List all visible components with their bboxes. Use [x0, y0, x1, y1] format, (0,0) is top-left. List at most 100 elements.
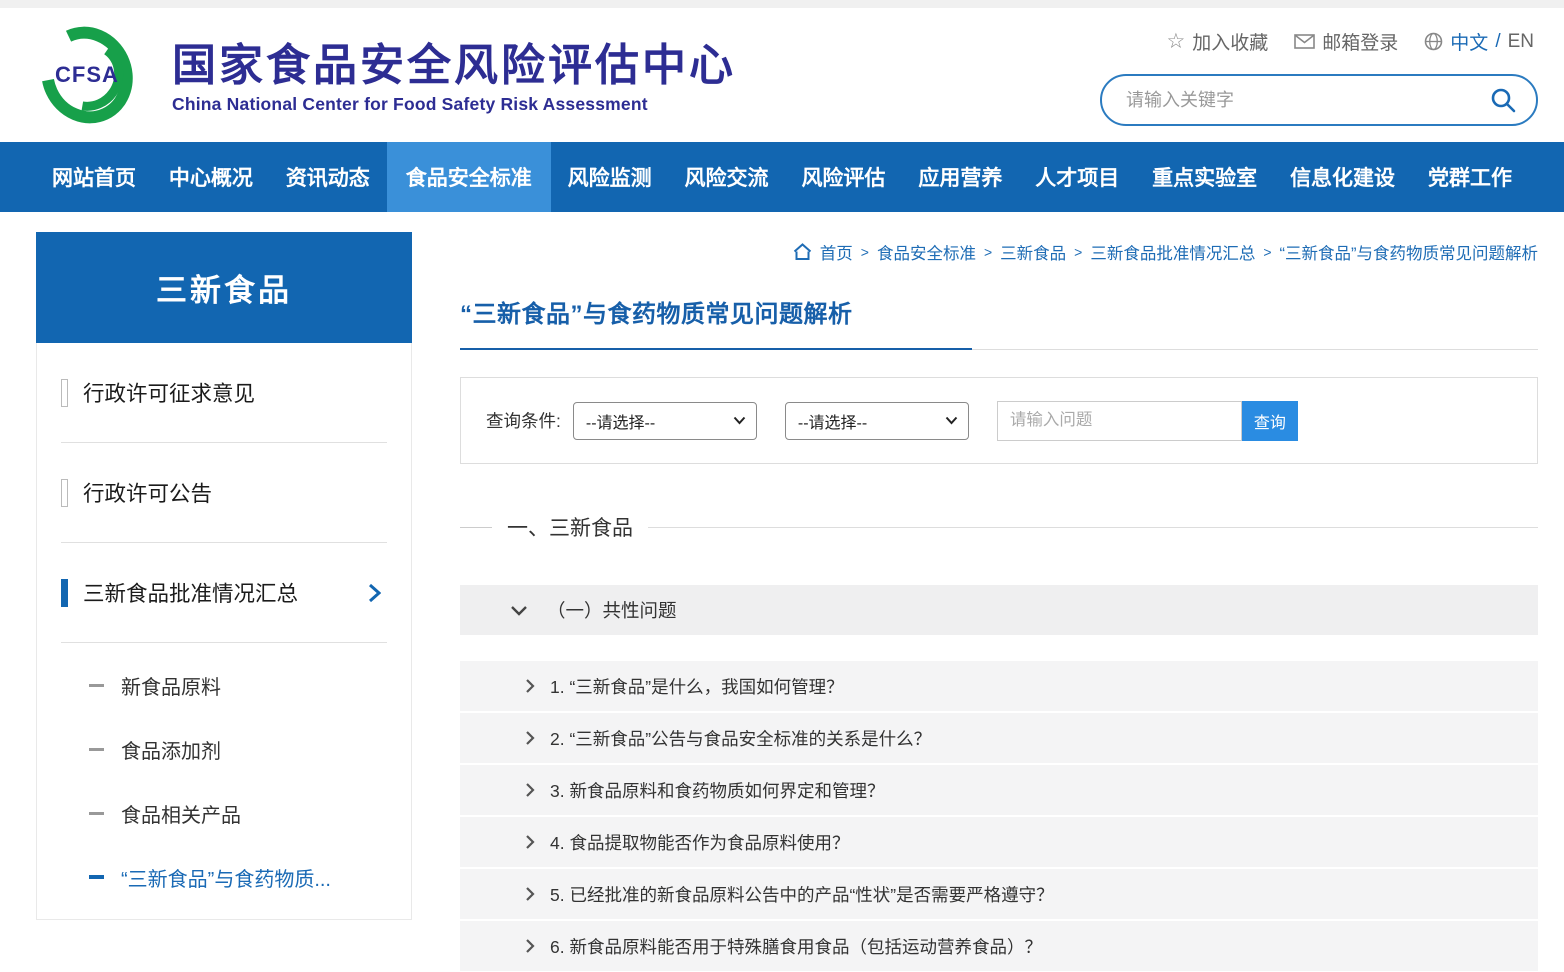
- sidebar-subitem-faq[interactable]: “三新食品”与食药物质...: [89, 845, 411, 909]
- question-text: 5. 已经批准的新食品原料公告中的产品“性状”是否需要严格遵守？: [550, 882, 1054, 907]
- body: 三新食品 行政许可征求意见 行政许可公告 三新食品批准情况汇总: [0, 212, 1564, 972]
- logo-text: CFSA: [36, 24, 138, 126]
- utility-links: ☆ 加入收藏 邮箱登录 中文 / EN: [1148, 28, 1534, 55]
- mail-login-link[interactable]: 邮箱登录: [1294, 28, 1398, 55]
- sidebar-item-label: 行政许可征求意见: [83, 377, 255, 408]
- nav-item-news[interactable]: 资讯动态: [270, 142, 386, 212]
- breadcrumb-approval-summary[interactable]: 三新食品批准情况汇总: [1090, 240, 1255, 264]
- nav-item-food-safety-standards[interactable]: 食品安全标准: [387, 142, 551, 212]
- star-icon: ☆: [1166, 31, 1185, 52]
- question-text: 2. “三新食品”公告与食品安全标准的关系是什么？: [550, 726, 931, 751]
- nav-item-informatization[interactable]: 信息化建设: [1274, 142, 1411, 212]
- dash-icon: [89, 748, 104, 751]
- question-row-2[interactable]: 2. “三新食品”公告与食品安全标准的关系是什么？: [460, 713, 1538, 763]
- add-favorite-label: 加入收藏: [1192, 28, 1268, 55]
- language-switch[interactable]: 中文 / EN: [1424, 28, 1534, 55]
- filter-select-2[interactable]: --请选择--: [785, 402, 969, 440]
- nav-item-applied-nutrition[interactable]: 应用营养: [902, 142, 1018, 212]
- title-underline-blue: [460, 348, 972, 350]
- filter-select-1[interactable]: --请选择--: [573, 402, 757, 440]
- site-title-zh: 国家食品安全风险评估中心: [172, 42, 736, 90]
- envelope-icon: [1294, 34, 1315, 49]
- sidebar-subitem-new-food-ingredients[interactable]: 新食品原料: [89, 653, 411, 717]
- nav-item-talent-programs[interactable]: 人才项目: [1019, 142, 1135, 212]
- sidebar-subitem-label: 食品相关产品: [121, 799, 241, 828]
- chevron-down-icon: [945, 416, 958, 425]
- sidebar-subitem-label: “三新食品”与食药物质...: [121, 863, 331, 892]
- nav-item-risk-communication[interactable]: 风险交流: [669, 142, 785, 212]
- add-favorite-link[interactable]: ☆ 加入收藏: [1166, 28, 1268, 55]
- chevron-down-icon: [510, 605, 528, 616]
- globe-icon: [1424, 32, 1443, 51]
- breadcrumb-food-safety-standards[interactable]: 食品安全标准: [877, 240, 976, 264]
- query-filter-bar: 查询条件: --请选择-- --请选择-- 查询: [460, 377, 1538, 464]
- breadcrumb-separator: >: [984, 244, 992, 260]
- lang-zh[interactable]: 中文: [1450, 28, 1488, 55]
- heading-left-rule: [460, 527, 492, 528]
- bar-icon: [61, 379, 68, 407]
- sidebar-item-license-announcement[interactable]: 行政许可公告: [61, 443, 387, 543]
- title-underline-gray: [972, 349, 1538, 350]
- accordion-group-header[interactable]: （一）共性问题: [460, 585, 1538, 635]
- section-heading-text: 一、三新食品: [507, 512, 633, 542]
- question-row-5[interactable]: 5. 已经批准的新食品原料公告中的产品“性状”是否需要严格遵守？: [460, 869, 1538, 919]
- accordion-group-title: （一）共性问题: [547, 597, 677, 623]
- nav-item-risk-monitoring[interactable]: 风险监测: [552, 142, 668, 212]
- sidebar-subitem-food-related-products[interactable]: 食品相关产品: [89, 781, 411, 845]
- nav-item-about[interactable]: 中心概况: [153, 142, 269, 212]
- query-button[interactable]: 查询: [1242, 401, 1298, 441]
- nav-item-home[interactable]: 网站首页: [36, 142, 152, 212]
- question-text: 3. 新食品原料和食药物质如何界定和管理？: [550, 778, 884, 803]
- site-title: 国家食品安全风险评估中心 China National Center for F…: [172, 42, 736, 115]
- heading-right-rule: [648, 527, 1538, 528]
- question-row-6[interactable]: 6. 新食品原料能否用于特殊膳食用食品（包括运动营养食品）？: [460, 921, 1538, 971]
- breadcrumb-three-new-foods[interactable]: 三新食品: [1000, 240, 1066, 264]
- sidebar-item-approval-summary[interactable]: 三新食品批准情况汇总: [61, 543, 387, 643]
- chevron-right-icon: [368, 583, 381, 603]
- question-row-4[interactable]: 4. 食品提取物能否作为食品原料使用？: [460, 817, 1538, 867]
- chevron-right-icon: [525, 886, 535, 902]
- breadcrumb-separator: >: [1263, 244, 1271, 260]
- breadcrumb-separator: >: [861, 244, 869, 260]
- chevron-right-icon: [525, 834, 535, 850]
- bar-icon: [61, 579, 68, 607]
- page-title: “三新食品”与食药物质常见问题解析: [460, 294, 1538, 329]
- dash-icon: [89, 812, 104, 815]
- dash-icon: [89, 875, 104, 879]
- sidebar-subitem-food-additives[interactable]: 食品添加剂: [89, 717, 411, 781]
- question-text: 1. “三新食品”是什么，我国如何管理？: [550, 674, 844, 699]
- cfsa-logo[interactable]: CFSA: [36, 24, 138, 126]
- sidebar: 三新食品 行政许可征求意见 行政许可公告 三新食品批准情况汇总: [36, 232, 412, 920]
- breadcrumb-current-page[interactable]: “三新食品”与食药物质常见问题解析: [1280, 240, 1539, 264]
- filter-select-2-value: --请选择--: [798, 409, 867, 433]
- chevron-right-icon: [525, 782, 535, 798]
- search-icon[interactable]: [1490, 87, 1516, 113]
- breadcrumb: 首页 > 食品安全标准 > 三新食品 > 三新食品批准情况汇总 > “三新食品”…: [460, 240, 1538, 264]
- chevron-right-icon: [525, 730, 535, 746]
- lang-en[interactable]: EN: [1508, 31, 1534, 53]
- question-search-group: 查询: [997, 401, 1298, 441]
- sidebar-item-license-consultation[interactable]: 行政许可征求意见: [61, 343, 387, 443]
- main-nav: 网站首页 中心概况 资讯动态 食品安全标准 风险监测 风险交流 风险评估 应用营…: [0, 142, 1564, 212]
- question-row-1[interactable]: 1. “三新食品”是什么，我国如何管理？: [460, 661, 1538, 711]
- title-underline: [460, 348, 1538, 350]
- site-header: CFSA 国家食品安全风险评估中心 China National Center …: [0, 8, 1564, 142]
- nav-item-key-laboratory[interactable]: 重点实验室: [1136, 142, 1273, 212]
- nav-item-party-work[interactable]: 党群工作: [1412, 142, 1528, 212]
- breadcrumb-home[interactable]: 首页: [820, 240, 853, 264]
- home-icon[interactable]: [793, 243, 812, 261]
- site-search-input[interactable]: [1126, 90, 1490, 111]
- question-text: 6. 新食品原料能否用于特殊膳食用食品（包括运动营养食品）？: [550, 934, 1042, 959]
- question-row-3[interactable]: 3. 新食品原料和食药物质如何界定和管理？: [460, 765, 1538, 815]
- sidebar-title: 三新食品: [36, 232, 412, 343]
- breadcrumb-separator: >: [1074, 244, 1082, 260]
- chevron-right-icon: [525, 678, 535, 694]
- site-search: [1100, 74, 1538, 126]
- page: CFSA 国家食品安全风险评估中心 China National Center …: [0, 0, 1564, 972]
- sidebar-item-label: 行政许可公告: [83, 477, 212, 508]
- question-search-input[interactable]: [997, 401, 1242, 441]
- nav-item-risk-assessment[interactable]: 风险评估: [785, 142, 901, 212]
- bar-icon: [61, 479, 68, 507]
- chevron-down-icon: [733, 416, 746, 425]
- mail-login-label: 邮箱登录: [1322, 28, 1398, 55]
